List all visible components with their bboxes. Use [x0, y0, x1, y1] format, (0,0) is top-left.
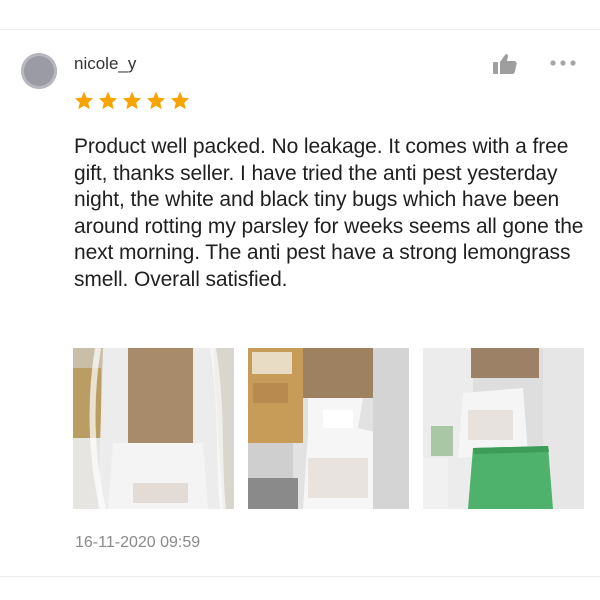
- review-photo-1[interactable]: [73, 348, 234, 509]
- star-icon: [74, 91, 94, 110]
- review-text: Product well packed. No leakage. It come…: [74, 135, 584, 291]
- star-rating: [73, 90, 191, 112]
- star-icon: [98, 91, 118, 110]
- top-divider: [0, 29, 600, 30]
- avatar[interactable]: [21, 53, 57, 89]
- bottom-divider: [0, 576, 600, 577]
- review-photo-2[interactable]: [248, 348, 409, 509]
- username[interactable]: nicole_y: [74, 54, 136, 74]
- review-photos: [73, 348, 584, 509]
- review-timestamp: 16-11-2020 09:59: [75, 534, 201, 551]
- star-icon: [146, 91, 166, 110]
- star-icon: [170, 91, 190, 110]
- more-options-icon[interactable]: [549, 57, 577, 69]
- star-icon: [122, 91, 142, 110]
- review-photo-3[interactable]: [423, 348, 584, 509]
- thumbs-up-icon[interactable]: [492, 53, 518, 75]
